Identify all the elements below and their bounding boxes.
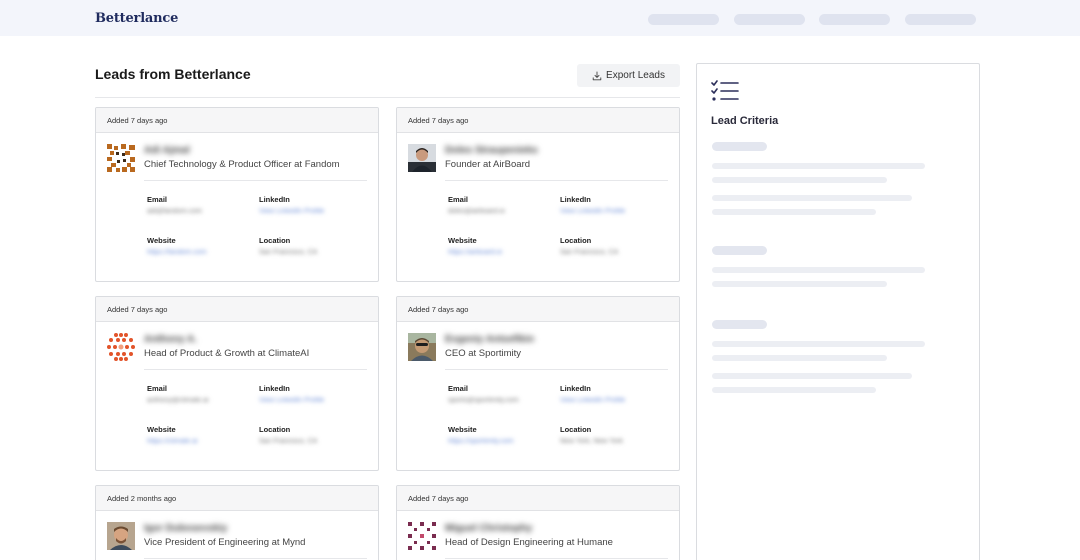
lead-job-title: Chief Technology & Product Officer at Fa… [144, 159, 340, 170]
email-value[interactable]: adi@fandom.com [147, 208, 202, 215]
lead-card[interactable]: Added 7 days ago Doles Straupenieks Foun… [396, 107, 680, 282]
linkedin-label: LinkedIn [560, 195, 591, 204]
lead-added-date: Added 2 months ago [96, 486, 378, 511]
export-leads-button[interactable]: Export Leads [577, 64, 680, 87]
website-label: Website [448, 425, 477, 434]
card-divider [445, 558, 668, 559]
website-label: Website [147, 236, 176, 245]
lead-added-date: Added 7 days ago [397, 486, 679, 511]
website-link[interactable]: https://fandom.com [147, 249, 207, 256]
website-label: Website [448, 236, 477, 245]
location-label: Location [259, 425, 291, 434]
card-divider [144, 180, 367, 181]
lead-name: Doles Straupenieks [445, 145, 538, 156]
criteria-skeleton-line [712, 163, 925, 169]
lead-job-title: Vice President of Engineering at Mynd [144, 537, 306, 548]
orange-pattern-avatar [107, 144, 135, 172]
lead-added-date: Added 7 days ago [96, 297, 378, 322]
card-divider [144, 558, 367, 559]
website-link[interactable]: https://sportimity.com [448, 438, 514, 445]
email-value[interactable]: doles@airboard.io [448, 208, 505, 215]
nav-placeholder-1[interactable] [648, 14, 719, 25]
checklist-icon [711, 80, 739, 101]
website-link[interactable]: https://climate.ai [147, 438, 198, 445]
location-label: Location [560, 425, 592, 434]
top-navigation-bar: Betterlance [0, 0, 1080, 36]
lead-criteria-title: Lead Criteria [711, 115, 779, 127]
lead-name: Adi Ajmal [144, 145, 190, 156]
lead-name: Evgeniy Antsefikin [445, 334, 535, 345]
website-label: Website [147, 425, 176, 434]
card-divider [445, 369, 668, 370]
photo-avatar [408, 144, 436, 172]
criteria-skeleton-line [712, 355, 887, 361]
criteria-skeleton-line [712, 281, 887, 287]
linkedin-label: LinkedIn [259, 384, 290, 393]
location-label: Location [259, 236, 291, 245]
criteria-skeleton-line [712, 387, 876, 393]
page-title: Leads from Betterlance [95, 66, 251, 82]
lead-job-title: Head of Design Engineering at Humane [445, 537, 613, 548]
lead-name: Igor Dubosevskiy [144, 523, 228, 534]
linkedin-link[interactable]: View LinkedIn Profile [560, 397, 625, 404]
criteria-skeleton-line [712, 373, 912, 379]
lead-name: Anthony A. [144, 334, 197, 345]
email-label: Email [147, 195, 168, 204]
linkedin-label: LinkedIn [560, 384, 591, 393]
location-value: San Francisco, CA [560, 249, 619, 256]
criteria-skeleton-heading [712, 320, 767, 329]
website-link[interactable]: https://airboard.io [448, 249, 502, 256]
photo-avatar [408, 333, 436, 361]
lead-card[interactable]: Added 2 months ago Igor Dubosevskiy Vice… [95, 485, 379, 560]
email-label: Email [147, 384, 168, 393]
nav-placeholder-4[interactable] [905, 14, 976, 25]
location-value: San Francisco, CA [259, 249, 318, 256]
email-value[interactable]: anthony@climate.ai [147, 397, 209, 404]
lead-card[interactable]: Added 7 days ago Miguel Christophy Head … [396, 485, 680, 560]
location-value: New York, New York [560, 438, 624, 445]
criteria-skeleton-heading [712, 142, 767, 151]
lead-added-date: Added 7 days ago [96, 108, 378, 133]
location-label: Location [560, 236, 592, 245]
nav-placeholder-2[interactable] [734, 14, 805, 25]
card-divider [144, 369, 367, 370]
linkedin-link[interactable]: View LinkedIn Profile [259, 208, 324, 215]
criteria-skeleton-line [712, 195, 912, 201]
email-value[interactable]: sports@sportimity.com [448, 397, 519, 404]
criteria-skeleton-heading [712, 246, 767, 255]
header-divider [95, 97, 680, 98]
location-value: San Francisco, CA [259, 438, 318, 445]
card-divider [445, 180, 668, 181]
linkedin-link[interactable]: View LinkedIn Profile [560, 208, 625, 215]
purple-pattern-avatar [408, 522, 436, 550]
criteria-skeleton-line [712, 209, 876, 215]
criteria-skeleton-line [712, 341, 925, 347]
photo-avatar [107, 522, 135, 550]
brand-logo[interactable]: Betterlance [95, 11, 178, 26]
email-label: Email [448, 384, 469, 393]
export-leads-label: Export Leads [606, 70, 665, 81]
lead-job-title: Founder at AirBoard [445, 159, 531, 170]
linkedin-link[interactable]: View LinkedIn Profile [259, 397, 324, 404]
lead-card[interactable]: Added 7 days ago Anthony A. Head of Prod… [95, 296, 379, 471]
criteria-skeleton-line [712, 177, 887, 183]
download-icon [592, 71, 602, 80]
lead-name: Miguel Christophy [445, 523, 533, 534]
criteria-skeleton-line [712, 267, 925, 273]
red-pattern-avatar [107, 333, 135, 361]
lead-job-title: Head of Product & Growth at ClimateAI [144, 348, 310, 359]
lead-card[interactable]: Added 7 days ago Evgeniy Antsefikin CEO … [396, 296, 680, 471]
linkedin-label: LinkedIn [259, 195, 290, 204]
nav-placeholder-3[interactable] [819, 14, 890, 25]
lead-added-date: Added 7 days ago [397, 297, 679, 322]
lead-added-date: Added 7 days ago [397, 108, 679, 133]
lead-criteria-panel: Lead Criteria [696, 63, 980, 560]
lead-card[interactable]: Added 7 days ago Adi Ajmal Chief Technol… [95, 107, 379, 282]
email-label: Email [448, 195, 469, 204]
lead-job-title: CEO at Sportimity [445, 348, 522, 359]
